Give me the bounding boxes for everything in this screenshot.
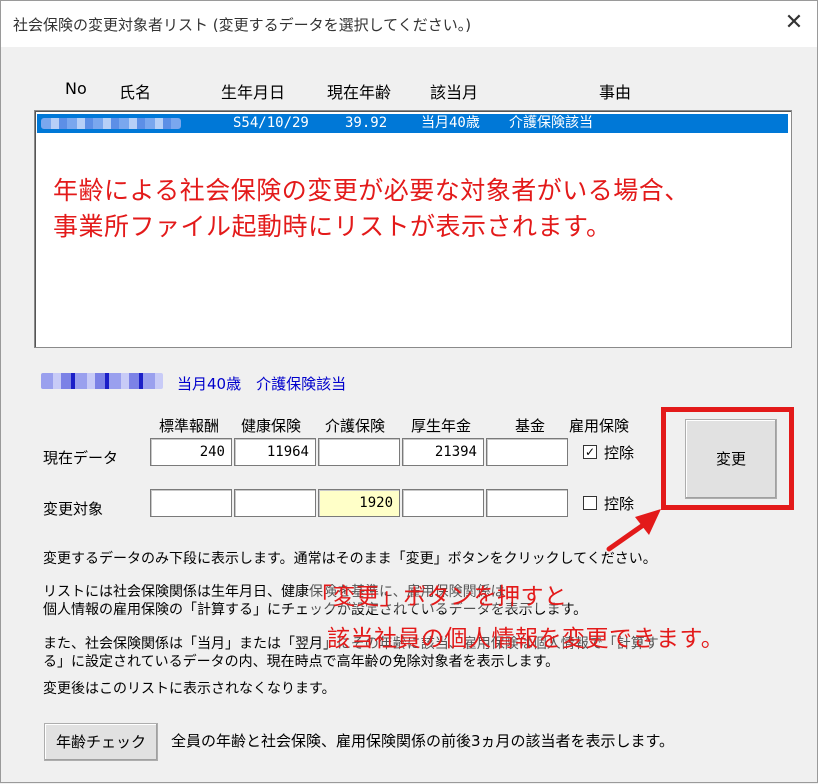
pointer-arrow-icon [606,509,661,552]
age-check-desc: 全員の年齢と社会保険、雇用保険関係の前後3ヵ月の該当者を表示します。 [171,732,675,750]
age-check-button[interactable]: 年齢チェック [44,723,158,761]
dialog-window: 社会保険の変更対象者リスト (変更するデータを選択してください。) ✕ No 氏… [0,0,818,783]
